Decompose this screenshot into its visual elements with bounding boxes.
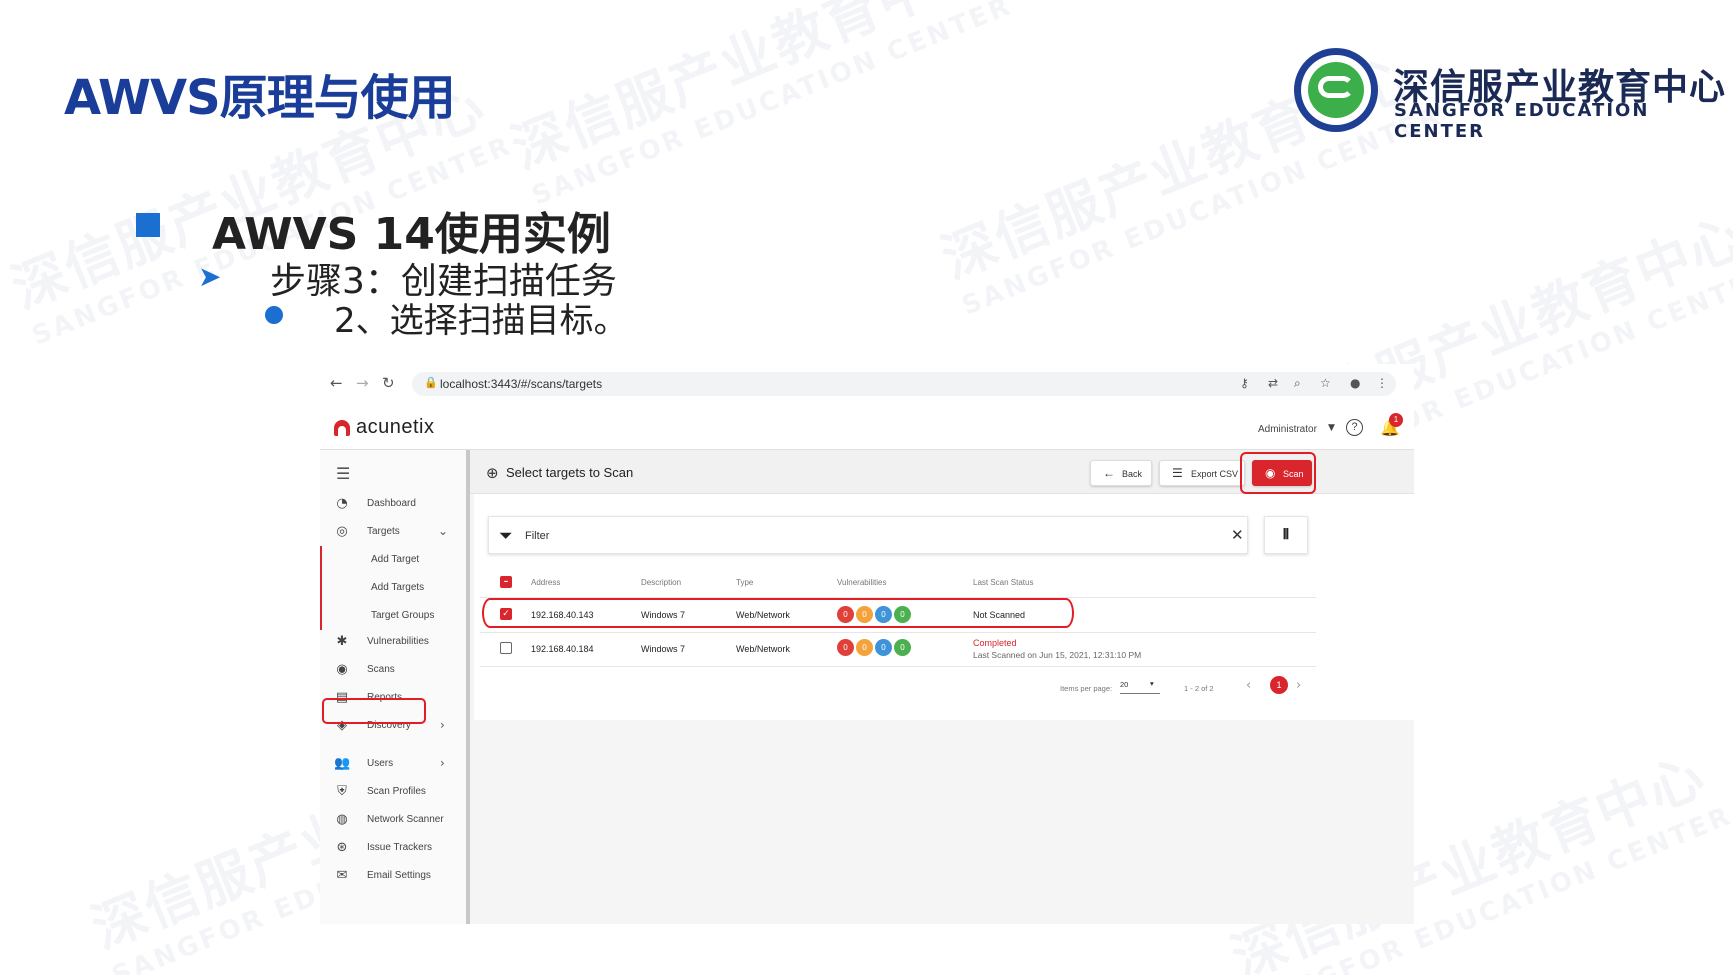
- app-header: acunetix Administrator ▼ ? 🔔 1: [320, 404, 1414, 450]
- shield-icon: ⛨: [337, 784, 347, 799]
- chevron-down-icon[interactable]: ⌄: [438, 524, 448, 538]
- sidebar-item-targets[interactable]: ◎ Targets ⌄: [320, 518, 466, 546]
- sidebar-item-target-groups[interactable]: Target Groups: [320, 602, 466, 630]
- filter-label: Filter: [525, 530, 550, 542]
- app-screenshot: ← → ↻ 🔒 localhost:3443/#/scans/targets ⚷…: [320, 364, 1414, 924]
- vuln-medium-count: 0: [875, 639, 892, 656]
- radar-icon: ◍: [336, 812, 348, 827]
- current-page[interactable]: 1: [1270, 676, 1288, 694]
- scan-icon: ◉: [336, 662, 348, 677]
- column-header[interactable]: Vulnerabilities: [837, 578, 887, 587]
- vuln-low-count: 0: [894, 639, 911, 656]
- sidebar: ☰ ◔ Dashboard ◎ Targets ⌄ Add Target Add…: [320, 450, 470, 924]
- notification-badge: 1: [1389, 413, 1403, 427]
- toolbar: ⊕ Select targets to Scan ← Back ☰ Export…: [470, 450, 1414, 494]
- zoom-icon[interactable]: ⌕: [1294, 376, 1301, 391]
- lock-icon: 🔒: [424, 376, 438, 389]
- kebab-menu-icon[interactable]: ⋮: [1376, 376, 1388, 390]
- forward-arrow-icon[interactable]: →: [356, 374, 369, 392]
- chevron-down-icon: ▾: [1150, 679, 1154, 688]
- sidebar-item-scan-profiles[interactable]: ⛨ Scan Profiles: [320, 778, 466, 806]
- help-icon[interactable]: ?: [1346, 419, 1363, 436]
- row-divider: [480, 632, 1316, 633]
- row-checkbox[interactable]: [500, 642, 512, 654]
- highlight-selected-row: [482, 598, 1074, 628]
- column-header[interactable]: Type: [736, 578, 753, 587]
- page-range: 1 - 2 of 2: [1184, 684, 1214, 693]
- browser-bar: ← → ↻ 🔒 localhost:3443/#/scans/targets ⚷…: [320, 364, 1414, 404]
- slide-title: AWVS原理与使用: [64, 70, 456, 126]
- columns-button[interactable]: ⦀: [1264, 516, 1308, 554]
- brand-name: acunetix: [356, 416, 435, 438]
- list-icon: ☰: [1172, 466, 1183, 480]
- translate-icon[interactable]: ⇄: [1268, 376, 1278, 390]
- column-header[interactable]: Address: [531, 578, 560, 587]
- sangfor-logo: [1294, 48, 1378, 132]
- tracker-icon: ⊛: [336, 840, 348, 855]
- chevron-down-icon[interactable]: ▼: [1328, 423, 1335, 433]
- bug-icon: ✱: [336, 634, 348, 649]
- back-button[interactable]: ← Back: [1090, 460, 1152, 486]
- substep-text: 2、选择扫描目标。: [334, 301, 628, 341]
- sidebar-item-email-settings[interactable]: ✉ Email Settings: [320, 862, 466, 890]
- column-header[interactable]: Description: [641, 578, 681, 587]
- user-menu[interactable]: Administrator: [1258, 424, 1317, 435]
- select-all-checkbox[interactable]: –: [500, 576, 512, 588]
- dashboard-icon: ◔: [336, 496, 348, 511]
- export-csv-button[interactable]: ☰ Export CSV: [1159, 460, 1245, 486]
- filter-bar[interactable]: ⏷ Filter ✕: [488, 516, 1248, 554]
- row-divider: [480, 666, 1316, 667]
- acunetix-logo-icon: [334, 420, 350, 436]
- sidebar-item-vulnerabilities[interactable]: ✱ Vulnerabilities: [320, 628, 466, 656]
- key-icon[interactable]: ⚷: [1240, 376, 1249, 390]
- target-icon: ◎: [336, 524, 348, 539]
- arrow-left-icon: ←: [1103, 466, 1115, 480]
- dot-bullet-icon: [265, 306, 283, 324]
- profile-icon[interactable]: ●: [1350, 376, 1360, 390]
- hamburger-menu-icon[interactable]: ☰: [336, 464, 350, 483]
- items-per-page-label: Items per page:: [1060, 684, 1113, 693]
- last-scanned: Last Scanned on Jun 15, 2021, 12:31:10 P…: [973, 650, 1142, 660]
- main-content: ⊕ Select targets to Scan ← Back ☰ Export…: [470, 450, 1414, 924]
- sidebar-item-users[interactable]: 👥 Users ›: [320, 750, 466, 778]
- email-icon: ✉: [336, 868, 348, 883]
- highlight-scans: [322, 698, 426, 724]
- sidebar-item-dashboard[interactable]: ◔ Dashboard: [320, 490, 466, 518]
- sidebar-item-issue-trackers[interactable]: ⊛ Issue Trackers: [320, 834, 466, 862]
- sidebar-item-network-scanner[interactable]: ◍ Network Scanner: [320, 806, 466, 834]
- column-header[interactable]: Last Scan Status: [973, 578, 1033, 587]
- vuln-critical-count: 0: [837, 639, 854, 656]
- vuln-high-count: 0: [856, 639, 873, 656]
- url-text: localhost:3443/#/scans/targets: [440, 377, 603, 391]
- filter-icon: ⏷: [499, 526, 513, 546]
- address-bar[interactable]: 🔒 localhost:3443/#/scans/targets ⚷ ⇄ ⌕ ☆…: [412, 372, 1396, 396]
- back-arrow-icon[interactable]: ←: [330, 374, 343, 392]
- sidebar-item-scans[interactable]: ◉ Scans: [320, 656, 466, 684]
- sidebar-item-add-targets[interactable]: Add Targets: [320, 574, 466, 602]
- arrow-bullet-icon: ➤: [198, 260, 222, 293]
- highlight-scan-button: [1240, 452, 1316, 494]
- targets-panel: ⏷ Filter ✕ ⦀ – Address Description Type …: [474, 494, 1414, 720]
- users-icon: 👥: [334, 756, 351, 771]
- star-icon[interactable]: ☆: [1320, 376, 1331, 390]
- chevron-right-icon[interactable]: ›: [1296, 678, 1301, 693]
- chevron-right-icon[interactable]: ›: [440, 718, 445, 732]
- reload-icon[interactable]: ↻: [382, 374, 395, 392]
- target-icon: ⊕: [486, 464, 499, 482]
- target-address[interactable]: 192.168.40.184: [531, 644, 594, 654]
- watermark: 深信服产业教育中心SANGFOR EDUCATION CENTER: [503, 0, 1017, 212]
- close-icon[interactable]: ✕: [1231, 526, 1244, 544]
- chevron-right-icon[interactable]: ›: [440, 756, 445, 770]
- sidebar-item-add-target[interactable]: Add Target: [320, 546, 466, 574]
- scan-status: Completed: [973, 638, 1017, 648]
- target-type: Web/Network: [736, 644, 790, 654]
- chevron-left-icon[interactable]: ‹: [1246, 678, 1251, 693]
- square-bullet-icon: [136, 213, 160, 237]
- org-name-en: SANGFOR EDUCATION CENTER: [1394, 100, 1650, 142]
- items-per-page-select[interactable]: 20 ▾: [1120, 679, 1160, 694]
- page-title: Select targets to Scan: [506, 465, 634, 480]
- target-description: Windows 7: [641, 644, 686, 654]
